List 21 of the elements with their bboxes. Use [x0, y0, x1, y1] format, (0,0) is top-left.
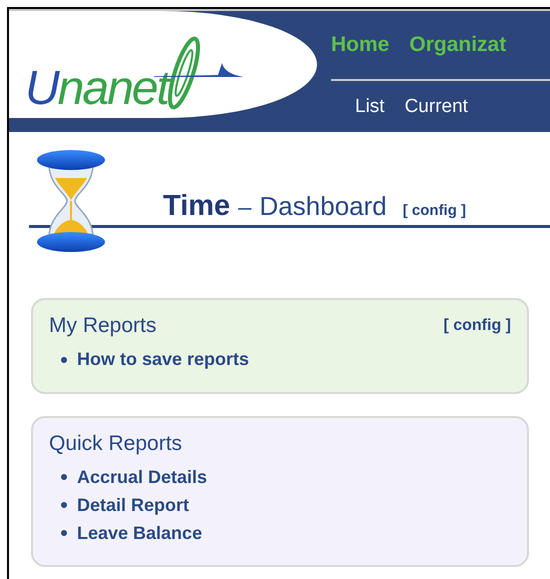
bullet-icon — [61, 356, 67, 362]
hourglass-icon — [35, 148, 107, 254]
config-link[interactable]: [ config ] — [402, 200, 466, 222]
report-link[interactable]: Detail Report — [77, 492, 190, 518]
subnav-link[interactable]: List — [355, 93, 385, 122]
config-link[interactable]: [ config ] — [443, 314, 511, 338]
nav-link[interactable]: Organizat — [409, 29, 506, 61]
bullet-icon — [61, 474, 67, 480]
subnav-link[interactable]: Current — [404, 93, 468, 122]
page-title: Dashboard — [260, 190, 387, 222]
bullet-icon — [61, 530, 67, 536]
logo-text: Unanet — [25, 64, 168, 112]
nav-link[interactable]: Home — [331, 29, 390, 61]
report-link[interactable]: How to save reports — [77, 346, 250, 373]
panel-title: My Reports — [49, 313, 156, 339]
module-title: Time — [163, 188, 230, 224]
report-link[interactable]: Leave Balance — [77, 520, 202, 546]
bullet-icon — [61, 502, 67, 508]
report-link[interactable]: Accrual Details — [77, 464, 208, 490]
title-dash: – — [238, 192, 252, 222]
panel-title: Quick Reports — [49, 430, 182, 456]
